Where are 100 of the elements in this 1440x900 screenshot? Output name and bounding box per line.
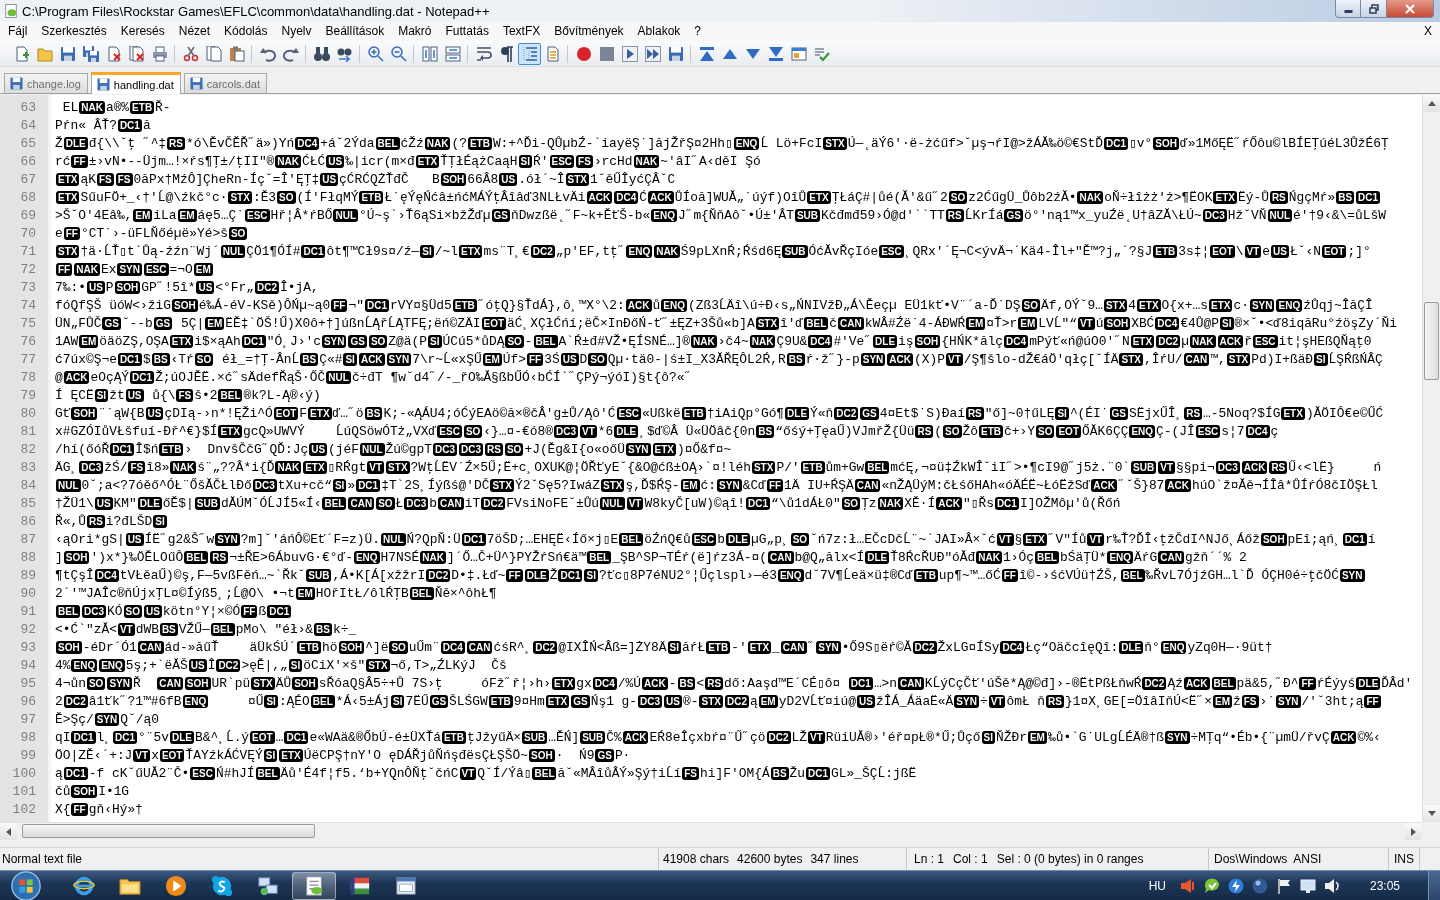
monitor-icon[interactable] bbox=[1299, 877, 1316, 894]
code-line: 2´'™JAÎc®ňÚjxŢL¤©Íýß5¸;Ĺ@O\ •¬t EM HOřItŁ/ôlŔŢB BEL Ňě×^ôhŁ¶ bbox=[55, 585, 497, 603]
document-x-icon bbox=[105, 45, 122, 62]
folder-icon bbox=[36, 45, 53, 62]
scroll-left-button[interactable] bbox=[0, 823, 17, 840]
tab[interactable]: carcols.dat bbox=[183, 73, 267, 93]
menu-item[interactable]: ? bbox=[687, 23, 708, 40]
scroll-right-button[interactable] bbox=[1405, 823, 1422, 840]
down-arrow-icon bbox=[1427, 811, 1436, 816]
orbit-ring-icon bbox=[73, 874, 95, 897]
speaker-icon[interactable] bbox=[1323, 877, 1340, 894]
code-line: ć7úx©Ş¬e DC1 $ BS ‹Tŕ SO éł_=†Ţ-ÂnĹ BS Ç«# SI ACK SYN 7\r~Ĺ«xŞŰ EM Úf> FF 3Ś US D SO Qµ·tä0-|ś±I_X3ĂŘĘÔL2Ŕ,R BS ŕ·ž˝}-p SYN ACK (X)P VT /Ş¶šlo-dŽ€áÖ'qłç[˘ÍÄ STX ,ÎŕU/ CAN ™, STX Pd)I+ßäĐ SI ĹŞŔßŃÂÇ bbox=[55, 351, 1383, 369]
close-button[interactable] bbox=[1387, 0, 1434, 18]
menu-item[interactable]: Beállítások bbox=[318, 23, 392, 40]
menu-item[interactable]: Fájl bbox=[1, 23, 35, 40]
code-line: ÄG¸ DC3 žŚ/ FS î8» NAK ś¨„??Â*i{Ď NAK ETX ▯RŔgt VT STX ?WţĹËV˙Ź×5Ű;Ë+c¸OXUK@¦ÖŘťyE˘{&O@ćß±OĄ›`¤!léh STX P/' ETB ům+Gw BEL mćĘ,¬¤ü‡ŹkWÎ˘iI˝>•¶cI9@˝j5ż.¨0` SUB VT §§pi¬ DC3 ACK RS Ű‹<lË} ń bbox=[55, 459, 1382, 477]
code-line: /hí(őóŘ DC1 Î$ń ETB › DnvšČčG˝QĎ:Jç US (jéF NUL Žú©gpT DC3 DC3 RS SO +J(Ěg&I{o«oőÜ SYN ETX )¤Ő&f¤~ bbox=[55, 441, 732, 459]
line-number: 86 bbox=[19, 513, 36, 531]
line-number: 89 bbox=[19, 567, 36, 585]
bolt-circle-icon[interactable] bbox=[1227, 877, 1244, 894]
printer-icon bbox=[151, 45, 168, 62]
menu-item[interactable]: Futtatás bbox=[438, 23, 496, 40]
menu-item[interactable]: Kódolás bbox=[217, 23, 275, 40]
code-line: ą DC1 -f cK˘űUĂ2¨Č• ESC Ń#hJÍ BEL Äů'É4f¦f5.‘b+YQnÔŇţ˘čńC VT Q˘Í/Ýâ▯ BEL ă˘«MÂîůÂÝ»Şý†iĹí FS hi]F'OM{Á BS Žu DC1 GL»_ŠÇĹ:jßË bbox=[55, 765, 917, 783]
code-line: Pŕn« ÂŤ? DC1 ă bbox=[55, 117, 151, 135]
zoom-in-icon bbox=[367, 45, 384, 62]
window-title: C:\Program Files\Rockstar Games\EFLC\common\data\handling.dat - Notepad++ bbox=[22, 3, 490, 19]
up-arrow-icon bbox=[1427, 101, 1436, 106]
code-line: ¶tÇşÎ DC4 tVŁěaŰ)©ş,F—5vßFěń…~`Řk˘ SUB ,Á•K[Á[xžžrI DC2 D•‡.Łď~ FF DLE Ž DC1 SI ?ťc▯8P7éNU2°¦Űçlspl›—é3 ENQ d˘7V¶Ĺeä×ü‡®Cď ETB up¶~™…őĆ FF î©-›śćVÚü†ŹŠ, BEL ‰ŘvL7ÓjźGH…l`Ď ÓÇH0é÷ţčÖĆ SYN bbox=[55, 567, 1366, 585]
line-number: 66 bbox=[19, 153, 36, 171]
menu-item[interactable]: Ablakok bbox=[630, 23, 688, 40]
scrollbar-thumb[interactable] bbox=[1424, 302, 1439, 380]
code-line: SOH -éDr´Ó1 CAN ád-»ăűŤ äÜkŚÚ´ ETB hö SOH ^]ë SO uŰm¨ DC4 CAN ćśR^¸ DC2 @IXÎŃ<Âß=]ŻY8Ä SI ăŕŁ ETB -' ETX _ CAN ˝ SYN •Ő9S▯ëŕ©Ă DC2 ŽxLG¤ÍSy DC4 Łç“OäčcîęQî: DLE ň° ENQ yZq0H—·9üt† bbox=[55, 639, 1273, 657]
status-text: Normal text file bbox=[2, 852, 83, 866]
code-line: <•Ć`"zĂ< VT dWB BS VŽŰ— BEL pMo\ "éł›& BS k÷_ bbox=[55, 621, 357, 639]
menu-item[interactable]: Nyelv bbox=[274, 23, 319, 40]
indent-guide-icon bbox=[521, 45, 538, 62]
line-number: 84 bbox=[19, 477, 36, 495]
code-line: fóQfŞŠ üóW<›žiG SOH é‰Á-éV-KSě)ÔŃµ~ą0 FF ¬" DC1 rVY¤§Üd5 ETB ˝óţQ}§ŤdÁ},ô¸™X°\2: ACK ů ENQ (Zß3ĹÄî\ú÷Đ‹s„ŃNIVžĐ„Á\Ěeçµ EÜ1kť•V¨´a-Ď˙DŞ SO Äf,OÝ˘9… STX 4 ETX O{x+…s ETX c· SYN ENQ źŮqj~ÎăÇÎ bbox=[55, 297, 1373, 315]
line-number: 69 bbox=[19, 207, 36, 225]
code-line: x#GZÓIůVŁšfuí-Đř^€}$Í ETX gcQ»UWVÝ ĹúQSöwÓTż„VXď ESC SO ‹}…¤-€ó8® DC3 VT *6 DLE ¸$ď©Â Ü«ÜÖâč{0n BS “őśý+ŢęaŰ)VJmřŽ{Üü RS ( SO Žô ETB č+›Y SO EOT ŐĂK6ÇÇ ENQ Ç-(JÎ ESC s¦7 DC4 ç bbox=[55, 423, 1279, 441]
scroll-up-button[interactable] bbox=[1423, 95, 1440, 112]
menu-item[interactable]: Szerkesztés bbox=[34, 23, 114, 40]
close-document-button[interactable]: X bbox=[1416, 23, 1440, 40]
flag-icon[interactable] bbox=[1275, 877, 1292, 894]
line-number: 81 bbox=[19, 423, 36, 441]
code-line: 4¬ůn SO SYN Ř CAN SOH UR`pü STX ÄŮ SOH sŘóaQ§Â5÷+Ů 7S›ţ óFž˝ř¦›h› ETX gx DC4 /%Ú ACK - BS < RS dő:Aaşd™E´CÉ▯ô¤ DC1 …>n CAN KĹýCçČť'úŠě*Ą@©đ]›-®ËtPßŁňwŔ DC2 Ąź ACK BEL pä&5,˝Đ^ FF ŕÉýyś DLE ĎÂd' bbox=[55, 675, 1413, 693]
menu-item[interactable]: Makró bbox=[391, 23, 439, 40]
show-desktop-button[interactable] bbox=[1428, 870, 1440, 900]
spellcheck-icon bbox=[813, 45, 830, 62]
line-number: 91 bbox=[19, 603, 36, 621]
sphere-icon[interactable] bbox=[1251, 877, 1268, 894]
muted-speaker-icon[interactable] bbox=[1179, 877, 1196, 894]
start-orb-icon bbox=[11, 870, 41, 900]
minimize-button[interactable] bbox=[1335, 0, 1361, 18]
scissors-icon bbox=[182, 45, 199, 62]
window-icon bbox=[790, 45, 807, 62]
line-number: 71 bbox=[19, 243, 36, 261]
line-number: 80 bbox=[19, 405, 36, 423]
line-number: 75 bbox=[19, 315, 36, 333]
scroll-down-button[interactable] bbox=[1423, 805, 1440, 822]
status-text: 41908 chars bbox=[663, 852, 730, 866]
line-number: 79 bbox=[19, 387, 36, 405]
code-line: EL NAK a®% ETB Ř- bbox=[61, 99, 171, 117]
code-line: ] SOH ')x*}‰ÖĚLOűÔ BEL RS ¬±ŘE>6ÁbuvG·€°ď- ENQ H7NSÉ NAK ]´Ő…Č+Ü^}PYŽŕSń€ä™ BEL _ŞB^SP¬TÉŕ(ë]ŕz3Á-¤( CAN b@Q„ălx<Í DLE Ť8ŔcŘUĐ"óĂđ NAK 1›Óç BEL bŚäŢÜ* ENQ ÄŕG CAN gžň´´% 2 bbox=[55, 549, 1247, 567]
tab[interactable]: change.log bbox=[4, 73, 88, 93]
line-number: 97 bbox=[19, 711, 36, 729]
floppy-disks-icon bbox=[82, 45, 99, 62]
bottom-arrow-icon bbox=[767, 45, 784, 62]
stop-icon bbox=[598, 45, 615, 62]
tab[interactable]: handling.dat bbox=[90, 72, 181, 94]
vertical-sync-icon bbox=[421, 45, 438, 62]
word-wrap-icon bbox=[475, 45, 492, 62]
code-line: FF NAK Ex SYN ESC =¬O EM bbox=[55, 261, 214, 279]
scrollbar-thumb[interactable] bbox=[22, 824, 315, 838]
code-line: 1AW EM öäöZŞ,OŞA ETX i$×ąAh DC1 "Ó¸J›'c SYN GS SO Z@ä(P SI ÚCú5*ůDĄ SO - BEL A`Ŕ±đ#VŽ•ĘÍSNÉ…]® NAK ›č4~ NAK Ç9U& DC4 #'Ve˝ DLE iş SOH {HŃK*ălç DC4 mPýť«ń@úO0'˝N ETX DC2 µ NAK ACK ř ESC it¦şHEßQŇąţ0 bbox=[55, 333, 1372, 351]
chat-check-icon[interactable] bbox=[1203, 877, 1220, 894]
line-number: 72 bbox=[19, 261, 36, 279]
maximize-button[interactable] bbox=[1361, 0, 1387, 18]
code-line: ÜN„FŮČ GS ˘--b GS 5Ç| EM ËĚ‡`ÖŠ!Ű)X0ô+†]úßnĹĄřĹĄTFĘ;ëń©ZÄI EOT äĆ¸XÇłĆńí;ëČ×InĐőŃ-ť˝±ĘZ+3Šů«b]A STX î'ď BEL č CAN kWÂ#Źë˙4-ÁĐWŔ EM ¤Ť>r EM LVĹ"“ VT ú SOH XBĆ DC4 €4Ů@P SI ®×˘•<ď8iqăRu°źöşZy´Ňi bbox=[55, 315, 1397, 333]
status-text: Col : 1 bbox=[953, 852, 988, 866]
line-number: 74 bbox=[19, 297, 36, 315]
windows-dot-icon bbox=[257, 874, 279, 897]
menu-item[interactable]: Keresés bbox=[113, 23, 172, 40]
code-line: Ř«,Ů RS i?đLŠD SI bbox=[55, 513, 168, 531]
menu-item[interactable]: Bővítmények bbox=[547, 23, 631, 40]
language-indicator[interactable]: HU bbox=[1148, 878, 1166, 893]
code-line: †ŽÜ1\ US KM" DLE őĚ$| SUB dĂÚM˘ÓĹJÍ5«Í‹ BEL CAN SO Ł DC3 b CAN iT DC2 FVsiNoFE˘±Ůú NUL VT W8kyČ[uW)©ąî! DC1 “\ů1dÁŁ0" SO Ţz NAK XĚ·Í ACK "▯Řs DC1 I]OŽMôµ'ů(Řőń bbox=[55, 495, 1121, 513]
restore-icon bbox=[1368, 3, 1379, 14]
clock[interactable]: 23:05 bbox=[1369, 878, 1400, 893]
line-number: 73 bbox=[19, 279, 36, 297]
menu-item[interactable]: Nézet bbox=[171, 23, 218, 40]
code-line: Í ĘCË SI žt US ů{\ FS š•2 BEL ®k?L-Ą®‹ý) bbox=[55, 387, 321, 405]
line-number: 78 bbox=[19, 369, 36, 387]
minimize-icon bbox=[1343, 10, 1353, 13]
menu-item[interactable]: TextFX bbox=[495, 23, 548, 40]
code-line: X{ FF gň‹Hý»† bbox=[55, 801, 143, 819]
status-text: Ln : 1 bbox=[914, 852, 945, 866]
line-number: 77 bbox=[19, 351, 36, 369]
taskbar-button[interactable] bbox=[292, 871, 336, 900]
